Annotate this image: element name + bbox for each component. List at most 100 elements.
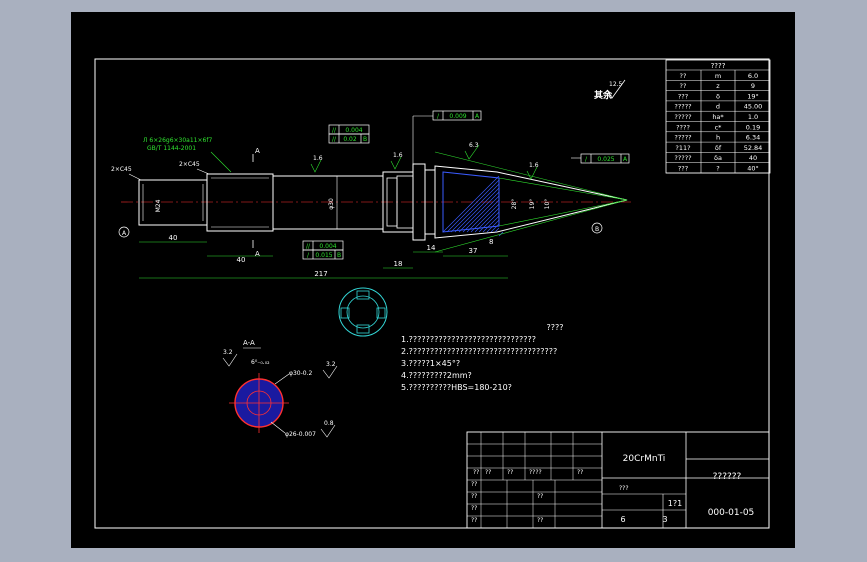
section-rough-32-b: 3.2 (326, 361, 336, 368)
roughness-value: 12.5 (609, 81, 623, 88)
gear-table-cell: ????? (674, 134, 691, 142)
dim-8: 8 (489, 238, 493, 246)
tol-f-val: 0.025 (597, 156, 614, 163)
gear-table-cell: ?? (680, 82, 687, 90)
gear-table-cell: ????? (674, 103, 691, 111)
section-marker-top: A (255, 147, 260, 155)
gear-table-cell: 1.0 (748, 113, 758, 121)
angle-10: 10° (544, 199, 551, 210)
datum-b: B (595, 226, 599, 233)
tol-e-ref: A (475, 113, 480, 120)
technical-notes: ???? 1.?????????????????????????????? 2.… (401, 323, 563, 392)
end-view-symbol (338, 287, 388, 337)
dim-phi30: φ30 (328, 198, 335, 210)
gear-table-cell: 52.84 (744, 144, 763, 152)
chamfer-left: 2×C45 (111, 166, 132, 173)
dia-outer: φ30-0.2 (289, 370, 312, 377)
gear-table-cell: ?? (680, 72, 687, 80)
tol-b-ref: B (363, 136, 367, 143)
tol-e-sym: / (437, 113, 440, 120)
notes-heading: ???? (547, 323, 564, 332)
tol-a-sym: // (332, 127, 337, 134)
part-name: ?????? (713, 472, 742, 482)
gear-table-cell: ha* (712, 113, 724, 121)
tol-b-val: 0.02 (343, 136, 357, 143)
dim-217: 217 (314, 270, 327, 278)
tol-d-ref: B (337, 252, 341, 259)
dim-14: 14 (427, 244, 436, 252)
material: 20CrMnTi (623, 454, 666, 464)
sheet-number: 3 (662, 515, 667, 524)
gear-table-cell: 40 (749, 154, 757, 162)
tol-d-val: 0.015 (315, 252, 332, 259)
gear-table-cell: ? (716, 165, 719, 173)
callouts: Л 6×26g6×30a11×6f7 GB/T 1144-2001 2×C45 … (111, 137, 603, 258)
tb-mid-label-1: ?? (537, 517, 543, 524)
note-4: 4.?????????2mm? (401, 371, 472, 380)
dim-37: 37 (469, 247, 478, 255)
gear-table-cell: ????? (674, 154, 691, 162)
section-rough-08: 0.8 (324, 420, 334, 427)
gear-table-cell: δa (714, 154, 722, 162)
roughness-general-note: 其余 12.5 (594, 79, 626, 101)
scale-value: 1?1 (668, 499, 682, 508)
dim-40-left: 40 (169, 234, 178, 242)
title-block: 20CrMnTi ?????? 000-01-05 ??? 1?1 6 3 ??… (466, 431, 770, 529)
tol-e-val: 0.009 (449, 113, 466, 120)
tol-d-sym: / (307, 252, 310, 259)
gear-tooth-hatch (442, 171, 504, 237)
gear-table-title: ???? (711, 62, 726, 70)
rough-16-c: 1.6 (529, 162, 539, 169)
tb-left-label-0: ?? (471, 481, 477, 488)
gear-table-cell: 19° (747, 92, 759, 100)
angle-28: 28° (511, 199, 518, 210)
tb-left-label-2: ?? (471, 505, 477, 512)
gear-table-cell: δf (715, 144, 722, 152)
section-rough-32-a: 3.2 (223, 349, 233, 356)
gear-table-cell: δ (716, 92, 720, 100)
chamfer-mid: 2×C45 (179, 161, 200, 168)
tol-b-sym: // (332, 136, 337, 143)
gear-table-cell: 6.0 (748, 72, 758, 80)
dim-m24: M24 (155, 199, 162, 212)
gear-table-cell: 40° (747, 165, 759, 173)
tb-left-label-3: ?? (471, 517, 477, 524)
sheet-count: 6 (620, 515, 625, 524)
rough-63: 6.3 (469, 142, 479, 149)
datum-a: A (122, 230, 127, 237)
tb-row-label-0: ?? (473, 469, 479, 476)
gear-table-cell: 0.19 (746, 123, 760, 131)
gear-table-cell: ??? (678, 92, 688, 100)
note-1: 1.?????????????????????????????? (401, 335, 536, 344)
gear-parameter-table: ???? ?? m 6.0?? z 9??? δ 19°????? d 45.00????? ha… (665, 59, 771, 174)
tb-row-label-4: ?? (577, 469, 583, 476)
tol-f-ref: A (623, 156, 628, 163)
spline-spec-2: GB/T 1144-2001 (147, 145, 196, 152)
rough-16-b: 1.6 (393, 152, 403, 159)
gear-table-cell: ????? (674, 113, 691, 121)
spline-width: 6⁰₋₀.₀₂ (251, 359, 270, 366)
tb-row-label-2: ?? (507, 469, 513, 476)
tb-row-label-1: ?? (485, 469, 491, 476)
dia-inner: φ26-0.007 (285, 431, 316, 438)
angle-19: 19° (529, 199, 536, 210)
section-marker-bottom: A (255, 250, 260, 258)
section-a-a-view: A-A 3.2 3.2 0.8 6⁰₋₀.₀₂ φ30-0.2 φ26-0.00… (222, 339, 338, 438)
tb-row-label-3: ???? (529, 469, 542, 476)
scale-label: ??? (619, 485, 629, 492)
tol-c-sym: // (306, 243, 311, 250)
gear-table-cell: z (716, 82, 720, 90)
note-5: 5.??????????HBS=180-210? (401, 383, 512, 392)
tb-left-label-1: ?? (471, 493, 477, 500)
gear-table-cell: 6.34 (746, 134, 760, 142)
note-2: 2.??????????????????????????????????? (401, 347, 557, 356)
cad-drawing: ???? ?? m 6.0?? z 9??? δ 19°????? d 45.00????? ha… (94, 58, 771, 529)
spline-spec-1: Л 6×26g6×30a11×6f7 (143, 137, 212, 144)
gear-table-cell: c* (715, 123, 723, 131)
rough-16-a: 1.6 (313, 155, 323, 162)
tol-f-sym: / (585, 156, 588, 163)
gear-table-cell: 9 (751, 82, 755, 90)
note-3: 3.?????1×45°? (401, 359, 460, 368)
gear-table-cell: ??? (678, 165, 688, 173)
gear-table-cell: ???? (676, 123, 690, 131)
